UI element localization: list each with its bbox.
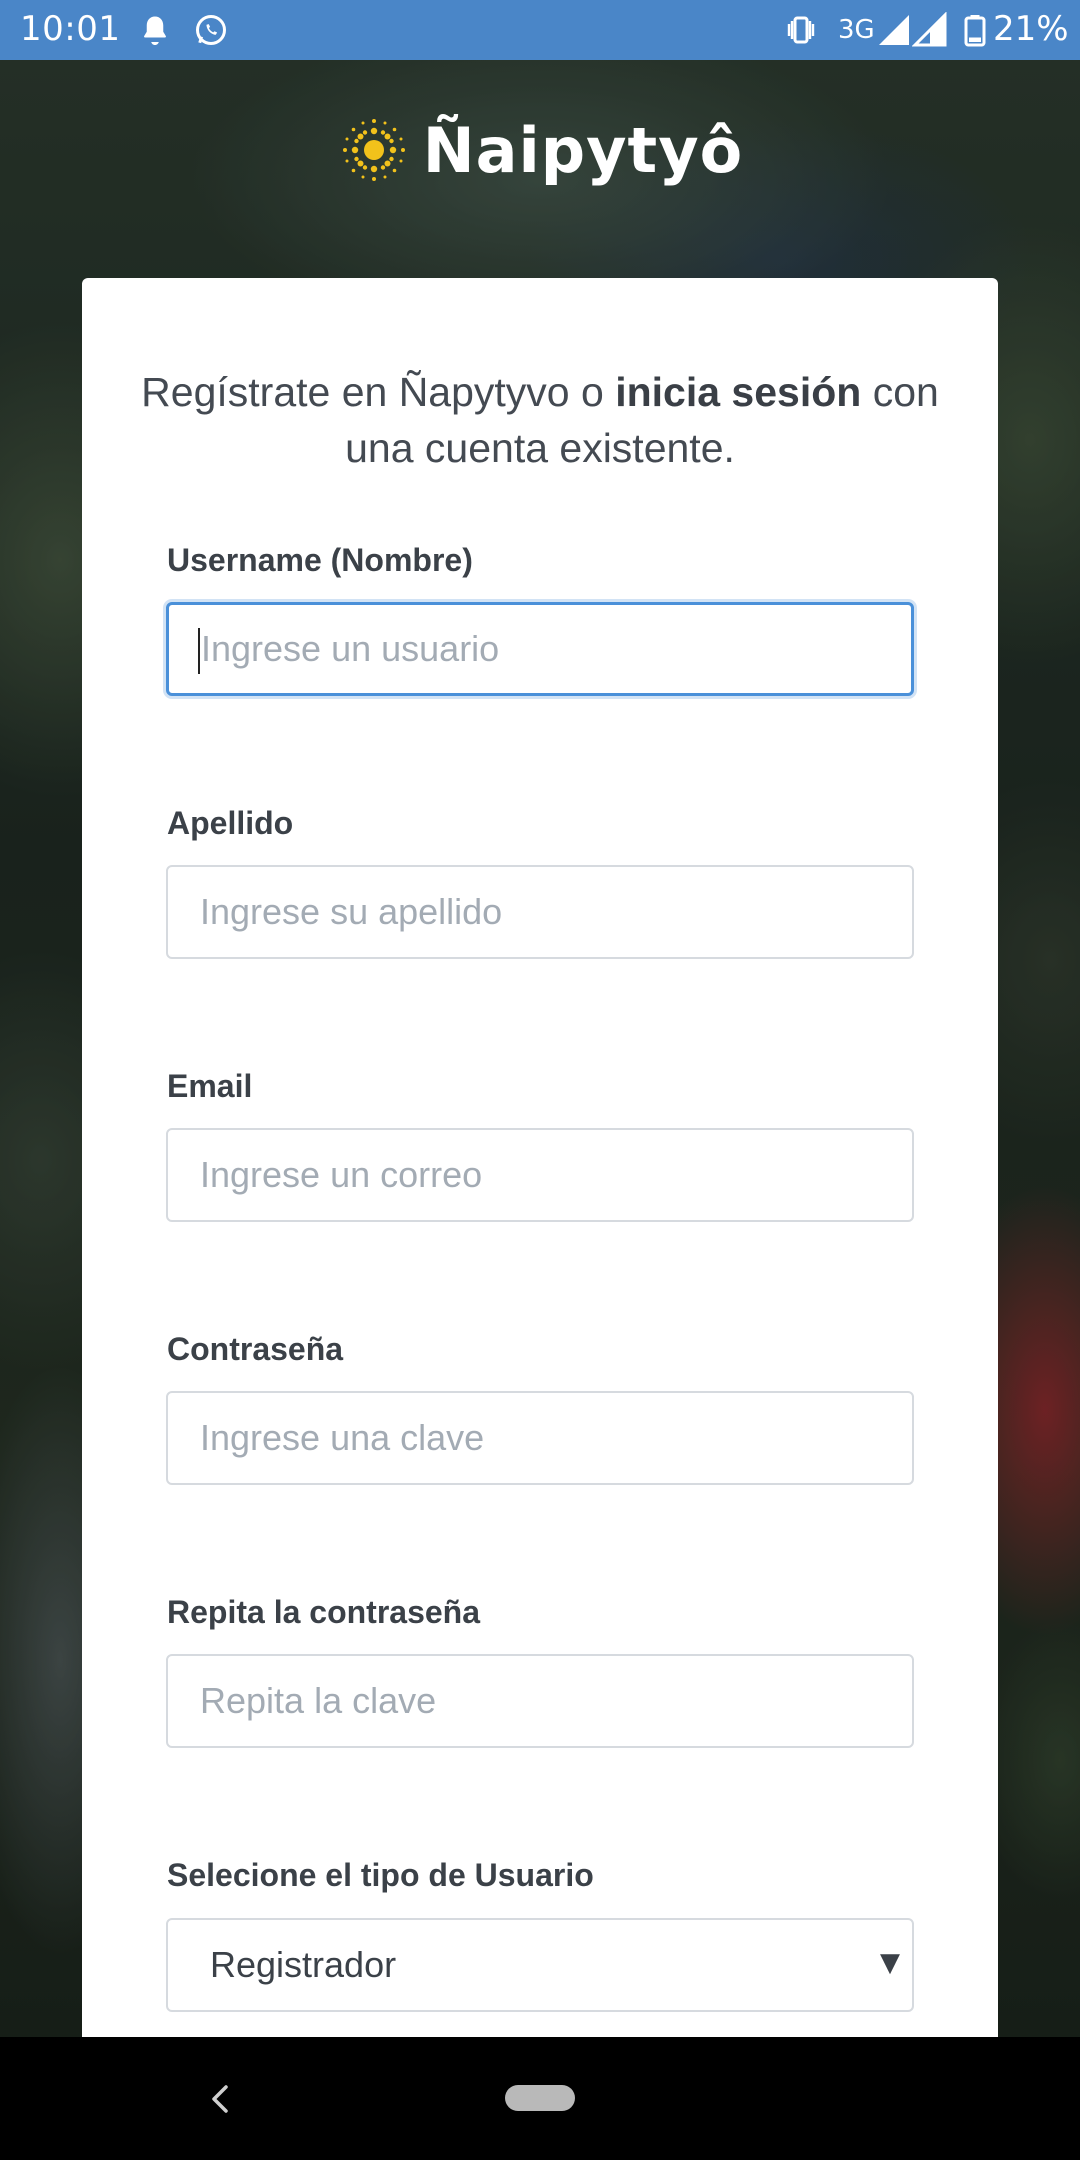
battery-icon — [957, 12, 993, 48]
status-time: 10:01 — [20, 9, 121, 49]
registration-card: Regístrate en Ñapytyvo o inicia sesión c… — [82, 278, 998, 2068]
home-pill-button[interactable] — [505, 2085, 575, 2111]
navigation-bar — [0, 2037, 1080, 2160]
battery-percent: 21% — [993, 9, 1069, 49]
intro-text: Regístrate en Ñapytyvo o inicia sesión c… — [122, 364, 958, 476]
sun-icon — [337, 113, 411, 187]
chevron-down-icon: ▼ — [880, 1948, 900, 1978]
network-type: 3G — [838, 15, 875, 45]
notification-bell-icon — [137, 12, 173, 48]
status-bar: 10:01 3G 21% — [0, 0, 1080, 60]
username-label: Username (Nombre) — [167, 542, 473, 578]
apellido-input[interactable] — [166, 865, 914, 959]
email-label: Email — [167, 1068, 253, 1104]
text-cursor — [198, 628, 200, 674]
app-header: Ñaipytyô — [0, 110, 1080, 190]
vibrate-icon — [783, 12, 819, 48]
password-repeat-label: Repita la contraseña — [167, 1594, 480, 1630]
password-input[interactable] — [166, 1391, 914, 1485]
password-label: Contraseña — [167, 1331, 344, 1367]
user-type-selected-value: Registrador — [210, 1944, 397, 1985]
signal-icon — [876, 12, 912, 48]
user-type-select[interactable]: Registrador ▼ — [166, 1918, 914, 2012]
signal-icon-2 — [912, 12, 948, 48]
password-repeat-input[interactable] — [166, 1654, 914, 1748]
user-type-label: Selecione el tipo de Usuario — [167, 1857, 594, 1893]
username-input[interactable] — [166, 602, 914, 696]
app-title: Ñaipytyô — [422, 113, 744, 187]
email-input[interactable] — [166, 1128, 914, 1222]
login-link[interactable]: inicia sesión — [615, 369, 861, 415]
back-icon[interactable] — [200, 2075, 240, 2123]
apellido-label: Apellido — [167, 805, 294, 841]
whatsapp-icon — [193, 12, 229, 48]
intro-text-before: Regístrate en Ñapytyvo o — [141, 369, 616, 415]
